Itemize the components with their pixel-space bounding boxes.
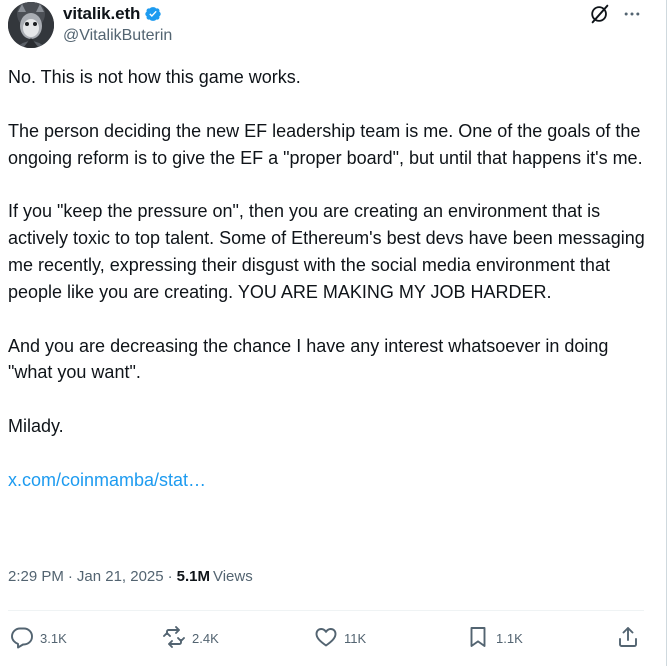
tweet-meta: 2:29 PM · Jan 21, 2025 · 5.1M Views <box>8 568 253 585</box>
tweet-header: vitalik.eth @VitalikButerin <box>8 2 658 50</box>
tweet-paragraph: The person deciding the new EF leadershi… <box>8 120 643 168</box>
views-count[interactable]: 5.1M <box>177 568 210 585</box>
quoted-tweet-link[interactable]: x.com/coinmamba/stat… <box>8 470 206 490</box>
reply-icon <box>10 625 34 652</box>
bookmark-icon <box>466 625 490 652</box>
heart-icon <box>314 625 338 652</box>
share-icon <box>616 625 640 652</box>
tweet-time[interactable]: 2:29 PM <box>8 568 64 585</box>
tweet-paragraph: Milady. <box>8 416 64 437</box>
tweet-link-row: x.com/coinmamba/stat… <box>8 467 648 494</box>
author-block: vitalik.eth @VitalikButerin <box>63 4 172 45</box>
grok-button[interactable] <box>588 4 612 28</box>
repost-count: 2.4K <box>192 630 219 646</box>
share-button[interactable] <box>616 624 640 652</box>
tweet-paragraph: No. This is not how this game works. <box>8 67 301 87</box>
repost-icon <box>162 625 186 652</box>
more-icon <box>622 4 642 29</box>
repost-button[interactable]: 2.4K <box>162 624 219 652</box>
reply-button[interactable]: 3.1K <box>10 624 67 652</box>
display-name-row: vitalik.eth <box>63 4 172 24</box>
like-count: 11K <box>344 630 367 646</box>
meta-separator: · <box>67 568 73 585</box>
bookmark-count: 1.1K <box>496 630 523 646</box>
views-label: Views <box>212 568 253 585</box>
like-button[interactable]: 11K <box>314 624 366 652</box>
display-name[interactable]: vitalik.eth <box>63 4 140 24</box>
action-bar: 3.1K 2.4K 11K 1.1K <box>10 624 646 652</box>
avatar[interactable] <box>8 2 54 48</box>
tweet-paragraph: If you "keep the pressure on", then you … <box>8 201 645 302</box>
tweet: vitalik.eth @VitalikButerin No. This is … <box>0 0 667 666</box>
author-handle[interactable]: @VitalikButerin <box>63 27 172 45</box>
meta-separator: · <box>167 568 173 585</box>
more-options-button[interactable] <box>620 4 644 28</box>
tweet-date[interactable]: Jan 21, 2025 <box>77 568 164 585</box>
tweet-text: No. This is not how this game works. The… <box>8 64 648 521</box>
divider <box>8 610 644 611</box>
verified-badge-icon[interactable] <box>144 5 162 23</box>
reply-count: 3.1K <box>40 630 67 646</box>
bookmark-button[interactable]: 1.1K <box>466 624 523 652</box>
grok-icon <box>589 3 611 30</box>
tweet-paragraph: And you are decreasing the chance I have… <box>8 335 609 383</box>
